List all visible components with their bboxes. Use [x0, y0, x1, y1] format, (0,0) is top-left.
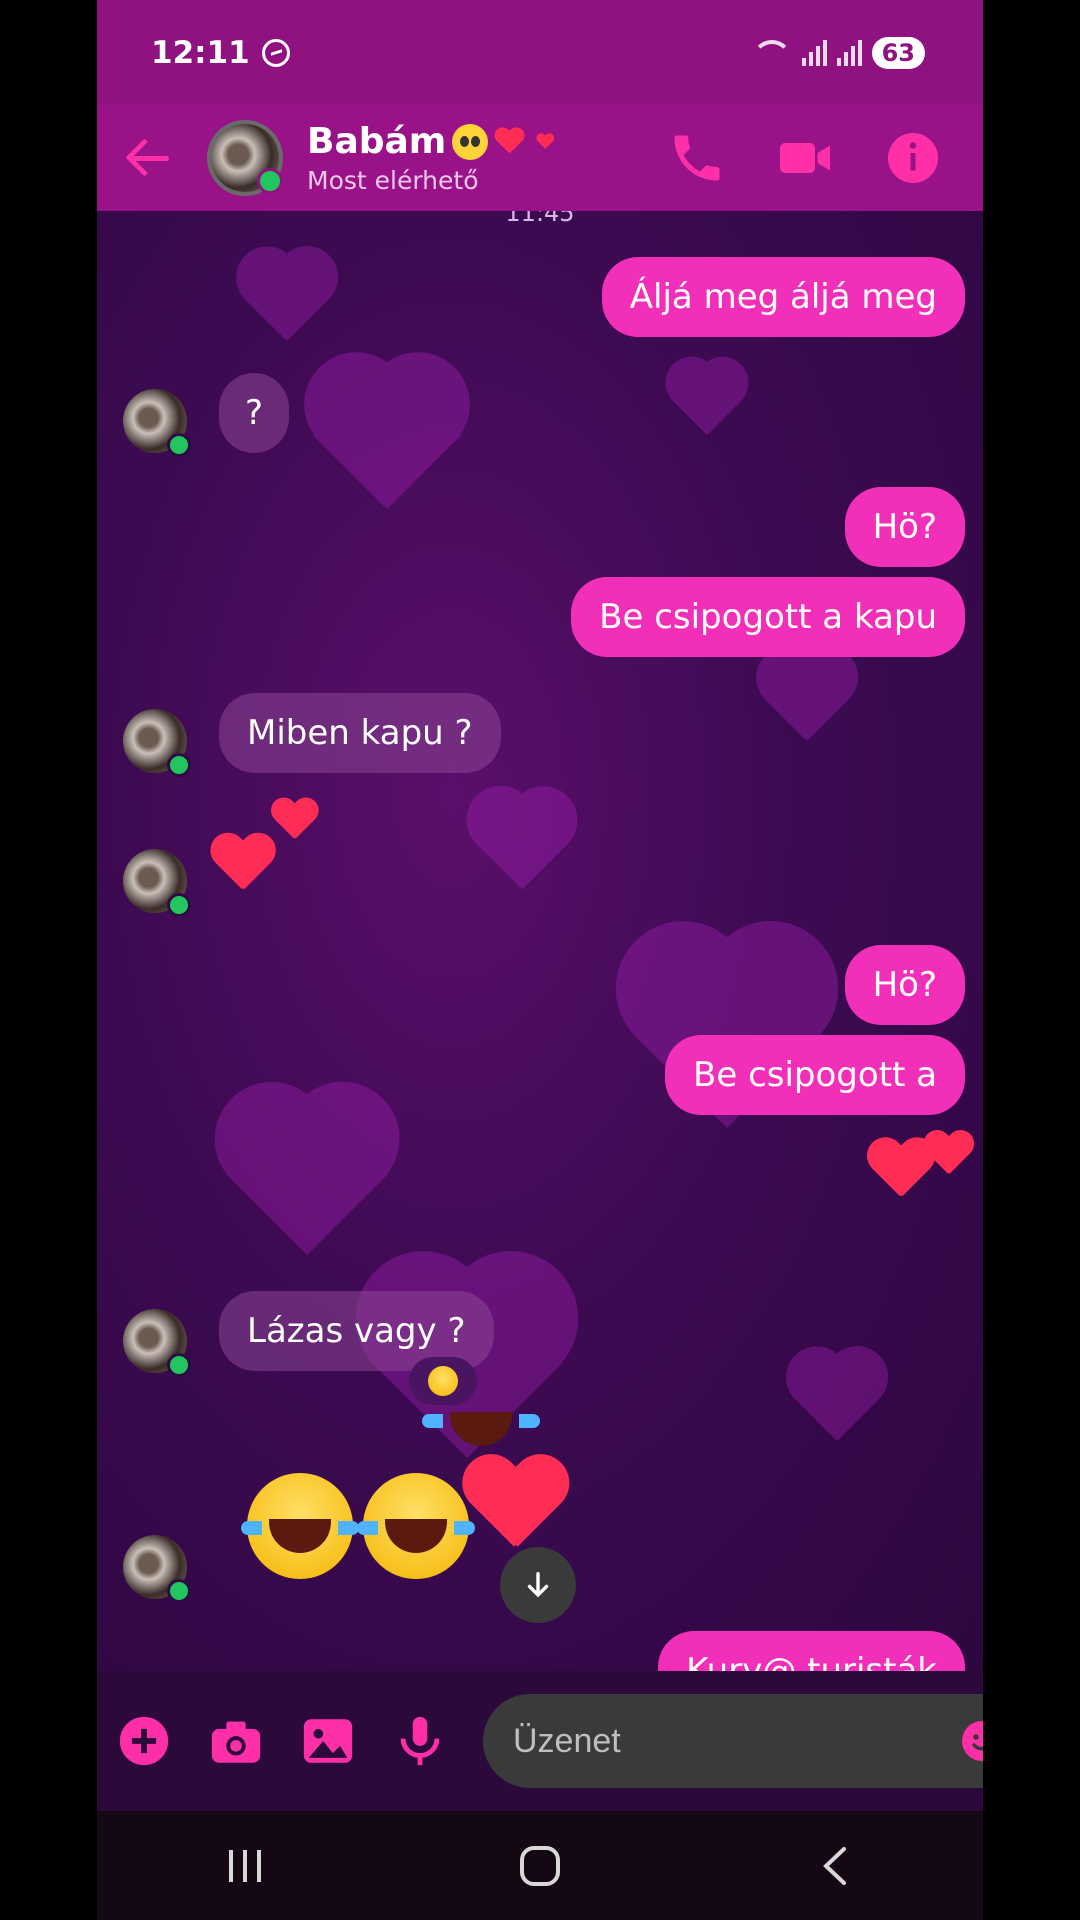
message-composer [97, 1671, 983, 1811]
laughing-emoji-icon[interactable] [241, 1473, 359, 1579]
reaction-badge[interactable] [409, 1357, 540, 1446]
nav-back-icon [823, 1846, 847, 1885]
bg-heart [227, 251, 347, 361]
recents-icon [228, 1849, 261, 1882]
status-time: 12:11 [151, 34, 250, 71]
message-bubble[interactable]: ? [219, 373, 290, 453]
status-bar: 12:11 63 [97, 0, 983, 105]
message-bubble[interactable]: Be csipogott a kapu [571, 577, 965, 657]
mic-icon[interactable] [391, 1712, 449, 1770]
contact-name: Babám [307, 120, 447, 162]
message-timestamp: 11:45 [505, 211, 575, 227]
sender-avatar[interactable] [123, 389, 191, 457]
heart-emoji-small [923, 1131, 974, 1179]
sender-avatar[interactable] [123, 709, 191, 777]
arrow-down-icon [527, 1571, 549, 1598]
heart-emoji[interactable] [460, 1457, 568, 1558]
recent-apps-button[interactable] [215, 1836, 275, 1896]
online-indicator [257, 168, 283, 194]
phone-screen: 12:11 63 Babám Most elérhető 11:45 Áljá … [97, 0, 983, 1920]
message-bubble[interactable]: Miben kapu ? [219, 693, 501, 773]
plus-icon[interactable] [115, 1712, 173, 1770]
info-icon[interactable] [883, 128, 943, 188]
heart-icon [494, 128, 524, 156]
bg-heart [287, 361, 487, 541]
message-input-container[interactable] [483, 1694, 983, 1788]
contact-status: Most elérhető [307, 165, 479, 195]
back-arrow-icon[interactable] [123, 130, 179, 186]
message-list[interactable]: 11:45 Áljá meg áljá meg ? Hö? Be csipogo… [97, 211, 983, 1671]
wifi-icon [751, 39, 792, 66]
message-input[interactable] [511, 1720, 958, 1762]
signal-icon [801, 39, 827, 66]
contact-name-row: Babám [307, 120, 667, 162]
chat-header: Babám Most elérhető [97, 105, 983, 211]
bg-heart [657, 361, 757, 451]
message-bubble[interactable]: Áljá meg áljá meg [601, 257, 965, 337]
status-right: 63 [751, 36, 925, 69]
contact-info[interactable]: Babám Most elérhető [307, 120, 667, 195]
sender-avatar[interactable] [123, 849, 191, 917]
online-indicator [167, 1579, 191, 1603]
phone-icon[interactable] [667, 128, 727, 188]
signal-icon-2 [836, 39, 862, 66]
bg-heart [777, 1351, 897, 1461]
back-button[interactable] [805, 1836, 865, 1896]
scroll-down-button[interactable] [500, 1547, 576, 1623]
online-indicator [167, 753, 191, 777]
pleading-face-icon [452, 123, 489, 160]
status-left: 12:11 [151, 35, 290, 71]
message-bubble[interactable]: Hö? [844, 487, 965, 567]
laughing-emoji-icon [422, 1366, 540, 1446]
contact-avatar[interactable] [207, 120, 283, 196]
video-icon[interactable] [775, 128, 835, 188]
online-indicator [167, 433, 191, 457]
small-heart-icon [536, 133, 554, 150]
messenger-icon [261, 38, 290, 67]
message-bubble[interactable]: Be csipogott a [665, 1035, 965, 1115]
heart-emoji[interactable] [209, 834, 275, 896]
gallery-icon[interactable] [299, 1712, 357, 1770]
message-bubble[interactable]: Hö? [844, 945, 965, 1025]
heart-emoji-small [270, 799, 318, 844]
sender-avatar[interactable] [123, 1535, 191, 1603]
header-actions [667, 128, 943, 188]
online-indicator [167, 893, 191, 917]
system-nav-bar [97, 1811, 983, 1920]
camera-icon[interactable] [207, 1712, 265, 1770]
bg-heart [457, 791, 587, 911]
message-bubble[interactable]: Kurv@ turisták [658, 1631, 965, 1671]
laughing-emoji-icon[interactable] [357, 1473, 475, 1579]
sender-avatar[interactable] [123, 1309, 191, 1377]
bg-heart [747, 651, 867, 761]
home-icon [519, 1845, 560, 1886]
home-button[interactable] [510, 1836, 570, 1896]
battery-icon: 63 [871, 36, 925, 69]
online-indicator [167, 1353, 191, 1377]
emoji-icon[interactable] [958, 1717, 983, 1765]
